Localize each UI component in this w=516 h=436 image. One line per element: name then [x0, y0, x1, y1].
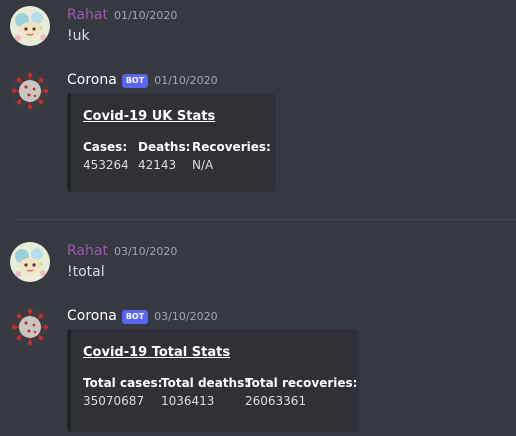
field-value: N/A: [192, 158, 214, 172]
message-corona-uk: Corona BOT 01/10/2020 Covid-19 UK Stats …: [0, 65, 516, 195]
bot-tag: BOT: [121, 74, 149, 88]
cartoon-avatar-icon: [10, 242, 50, 282]
field-value: 35070687: [83, 394, 145, 408]
embed-field-cases: Cases: 453264: [83, 139, 129, 173]
field-name: Cases:: [83, 140, 128, 154]
bot-avatar[interactable]: [10, 307, 50, 347]
stats-embed: Covid-19 Total Stats Total cases: 350706…: [67, 329, 359, 432]
message-rahat-uk: Rahat 01/10/2020 !uk: [0, 0, 516, 60]
message-text: !uk: [67, 28, 90, 44]
embed-field-recoveries: Recoveries: N/A: [192, 139, 271, 173]
username[interactable]: Rahat: [67, 7, 108, 23]
field-value: 42143: [138, 158, 177, 172]
message-corona-total: Corona BOT 03/10/2020 Covid-19 Total Sta…: [0, 301, 516, 436]
embed-title: Covid-19 UK Stats: [83, 109, 216, 124]
message-header: Corona BOT 03/10/2020: [67, 308, 218, 325]
timestamp: 01/10/2020: [154, 74, 218, 87]
date-divider: [12, 219, 516, 220]
field-name: Deaths:: [138, 140, 191, 154]
username[interactable]: Corona: [67, 308, 117, 324]
field-value: 453264: [83, 158, 129, 172]
user-avatar[interactable]: [10, 242, 50, 282]
embed-field-total-cases: Total cases: 35070687: [83, 375, 162, 409]
cartoon-avatar-icon: [10, 6, 50, 46]
username[interactable]: Rahat: [67, 243, 108, 259]
message-text: !total: [67, 264, 105, 280]
field-value: 1036413: [161, 394, 215, 408]
embed-field-total-recoveries: Total recoveries: 26063361: [245, 375, 357, 409]
bot-avatar[interactable]: [10, 71, 50, 111]
timestamp: 01/10/2020: [113, 9, 178, 22]
embed-title: Covid-19 Total Stats: [83, 345, 231, 360]
embed-field-total-deaths: Total deaths: 1036413: [161, 375, 249, 409]
message-header: Rahat 01/10/2020: [67, 7, 177, 23]
bot-tag: BOT: [121, 310, 149, 324]
field-name: Total deaths:: [161, 376, 250, 390]
coronavirus-icon: [10, 71, 50, 111]
embed-field-deaths: Deaths: 42143: [138, 139, 190, 173]
message-header: Rahat 03/10/2020: [67, 243, 177, 259]
timestamp: 03/10/2020: [154, 310, 218, 323]
user-avatar[interactable]: [10, 6, 50, 46]
message-header: Corona BOT 01/10/2020: [67, 72, 218, 89]
timestamp: 03/10/2020: [113, 245, 178, 258]
username[interactable]: Corona: [67, 72, 117, 88]
field-name: Total recoveries:: [245, 376, 358, 390]
message-rahat-total: Rahat 03/10/2020 !total: [0, 236, 516, 296]
stats-embed: Covid-19 UK Stats Cases: 453264 Deaths: …: [67, 93, 275, 192]
coronavirus-icon: [10, 307, 50, 347]
field-name: Recoveries:: [192, 140, 271, 154]
field-value: 26063361: [245, 394, 307, 408]
field-name: Total cases:: [83, 376, 163, 390]
